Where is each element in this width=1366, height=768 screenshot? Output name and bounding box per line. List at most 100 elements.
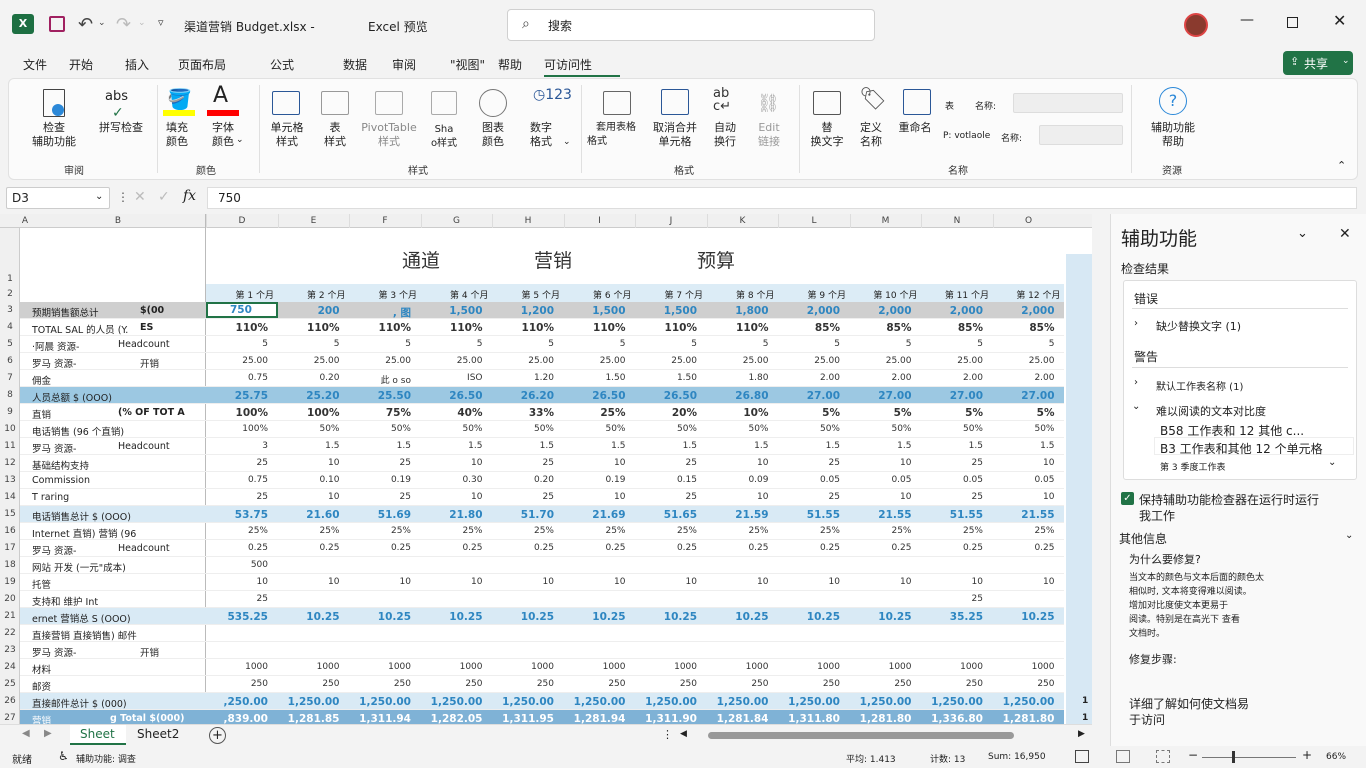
data-cell[interactable]: 100%	[208, 424, 268, 434]
data-cell[interactable]: 1.5	[566, 441, 625, 451]
pivot-name-input[interactable]	[1039, 125, 1123, 145]
column-header[interactable]: G	[420, 214, 492, 228]
row-sublabel[interactable]: g Total $(000)	[110, 713, 185, 724]
data-cell[interactable]: 25	[208, 458, 268, 468]
row-label[interactable]: 罗马 资源-	[32, 645, 76, 659]
font-color-dropdown-icon[interactable]: ⌄	[236, 135, 244, 145]
data-cell[interactable]: 2,000	[995, 305, 1054, 317]
data-cell[interactable]: 0.05	[923, 475, 983, 485]
data-cell[interactable]: 21.80	[423, 509, 482, 521]
data-cell[interactable]: 25	[923, 458, 983, 468]
data-cell[interactable]: 25%	[709, 526, 768, 536]
data-cell[interactable]: 25	[637, 492, 697, 502]
data-cell[interactable]: 250	[637, 679, 697, 689]
data-cell[interactable]: 85%	[852, 322, 911, 334]
data-cell[interactable]: 10	[208, 577, 268, 587]
data-cell[interactable]: 1.5	[494, 441, 554, 451]
data-cell[interactable]: 27.00	[780, 390, 840, 402]
row-number[interactable]: 2	[0, 289, 20, 299]
data-cell[interactable]: 26.20	[494, 390, 554, 402]
row-number[interactable]: 6	[0, 356, 20, 366]
wrap-text-button[interactable]: 自动 换行	[705, 121, 745, 149]
data-cell[interactable]: 5	[423, 339, 483, 349]
column-header[interactable]: J	[635, 214, 706, 228]
data-cell[interactable]: 25	[923, 492, 983, 502]
row-sublabel[interactable]: 开销	[140, 645, 159, 659]
row-number[interactable]: 5	[0, 339, 20, 349]
row-label[interactable]: ·阿晨 资源-	[32, 339, 79, 353]
tab-data[interactable]: 数据	[343, 56, 367, 73]
column-header[interactable]: M	[849, 214, 921, 228]
data-cell[interactable]: 5	[995, 339, 1055, 349]
table-name-input[interactable]	[1013, 93, 1123, 113]
data-cell[interactable]: 21.60	[280, 509, 339, 521]
row-number[interactable]: 19	[0, 577, 20, 587]
data-cell[interactable]: 0.19	[566, 475, 625, 485]
data-cell[interactable]: 250	[208, 679, 268, 689]
data-cell[interactable]: 1,311.80	[780, 713, 840, 724]
data-cell[interactable]: 51.65	[637, 509, 697, 521]
zoom-level[interactable]: 66%	[1326, 752, 1346, 762]
data-cell[interactable]: 10	[709, 492, 768, 502]
normal-view-icon[interactable]	[1075, 750, 1089, 763]
data-cell[interactable]: 27.00	[923, 390, 983, 402]
data-cell[interactable]: 25	[780, 492, 840, 502]
row-label[interactable]: 邮资	[32, 679, 51, 693]
row-label[interactable]: 直销	[32, 407, 51, 421]
data-cell[interactable]: 110%	[637, 322, 697, 334]
data-cell[interactable]: 0.15	[637, 475, 697, 485]
data-cell[interactable]: 10	[566, 577, 625, 587]
data-cell[interactable]: 1,250.00	[423, 696, 483, 708]
data-cell[interactable]: 25	[923, 594, 983, 604]
data-cell[interactable]: 26.80	[709, 390, 768, 402]
collapse-icon[interactable]: ⌄	[1132, 401, 1140, 412]
data-cell[interactable]: 3	[208, 441, 268, 451]
data-cell[interactable]: ,839.00	[208, 713, 268, 724]
prev-sheet-icon[interactable]: ◀	[22, 728, 30, 739]
define-name-button[interactable]: 定义 名称	[851, 121, 891, 149]
rename-button[interactable]: 重命名	[893, 121, 937, 135]
data-cell[interactable]: 2,000	[852, 305, 911, 317]
data-cell[interactable]: 1,500	[637, 305, 697, 317]
row-sublabel[interactable]: Headcount	[118, 543, 170, 554]
data-cell[interactable]: 1.5	[995, 441, 1054, 451]
undo-dropdown-icon[interactable]: ⌄	[98, 18, 106, 28]
row-label[interactable]: Commission	[32, 475, 90, 486]
alt-text-button[interactable]: 替换文字	[805, 121, 849, 149]
data-cell[interactable]: 110%	[208, 322, 268, 334]
warning-default-sheet-name[interactable]: 默认工作表名称 (1)	[1156, 378, 1243, 393]
warning-hard-to-read-contrast[interactable]: 难以阅读的文本对比度	[1156, 403, 1266, 419]
maximize-button[interactable]	[1287, 17, 1298, 28]
row-number[interactable]: 20	[0, 594, 20, 604]
data-cell[interactable]: 25	[494, 458, 554, 468]
row-label[interactable]: 罗马 资源-	[32, 543, 76, 557]
row-number[interactable]: 9	[0, 407, 20, 417]
column-header[interactable]: A	[20, 214, 30, 228]
tab-help[interactable]: 帮助	[498, 56, 522, 73]
data-cell[interactable]: 21.55	[852, 509, 911, 521]
data-cell[interactable]: 0.20	[280, 373, 339, 383]
data-cell[interactable]: 85%	[923, 322, 983, 334]
row-number[interactable]: 16	[0, 526, 20, 536]
data-cell[interactable]: 1,800	[709, 305, 768, 317]
learn-more-link-1[interactable]: 详细了解如何使文档易	[1129, 695, 1249, 712]
row-number[interactable]: 21	[0, 611, 20, 621]
data-cell[interactable]: ,250.00	[208, 696, 268, 708]
data-cell[interactable]: 1000	[852, 662, 912, 672]
tab-home[interactable]: 开始	[69, 56, 93, 73]
data-cell[interactable]: 21.59	[709, 509, 768, 521]
data-cell[interactable]: 1.50	[637, 373, 697, 383]
data-cell[interactable]: 25.00	[852, 356, 912, 366]
data-cell[interactable]: 10	[494, 577, 554, 587]
data-cell[interactable]: 1,250.00	[780, 696, 840, 708]
data-cell[interactable]: 250	[494, 679, 554, 689]
row-number[interactable]: 10	[0, 424, 20, 434]
more-info-heading[interactable]: 其他信息	[1119, 530, 1167, 547]
pivottable-styles-button[interactable]: PivotTable 样式	[357, 121, 421, 149]
data-cell[interactable]: 0.25	[423, 543, 482, 553]
data-cell[interactable]: 250	[566, 679, 625, 689]
data-cell[interactable]: 25%	[637, 526, 697, 536]
data-cell[interactable]: 25%	[494, 526, 554, 536]
zoom-slider-thumb[interactable]	[1232, 751, 1235, 763]
data-cell[interactable]: 1000	[995, 662, 1055, 672]
